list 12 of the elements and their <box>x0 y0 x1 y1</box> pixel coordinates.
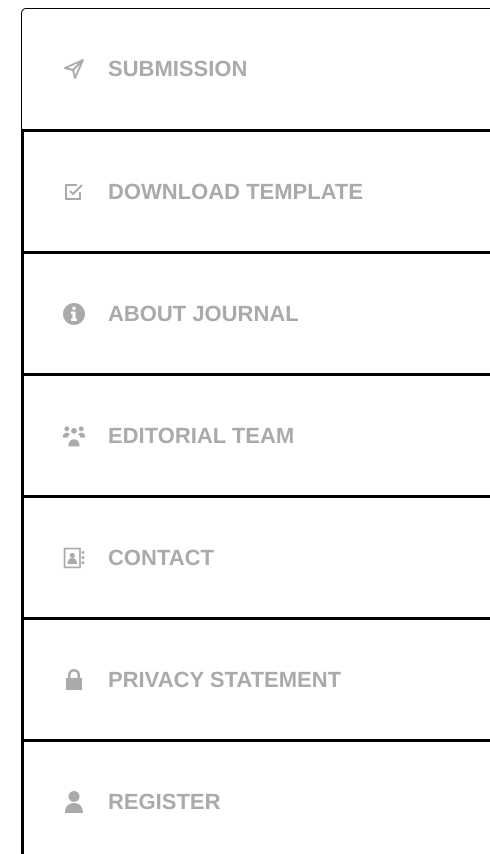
contact-card-icon <box>62 546 86 570</box>
menu-item[interactable]: EDITORIAL TEAM <box>21 373 490 495</box>
menu-item[interactable]: ABOUT JOURNAL <box>21 251 490 373</box>
menu-item[interactable]: PRIVACY STATEMENT <box>21 617 490 739</box>
group-icon <box>62 424 86 448</box>
menu-item[interactable]: CONTACT <box>21 495 490 617</box>
user-icon <box>62 790 86 814</box>
info-icon <box>62 302 86 326</box>
menu-item[interactable]: SUBMISSION <box>21 8 490 129</box>
menu-item[interactable]: REGISTER <box>21 739 490 854</box>
menu-item[interactable]: DOWNLOAD TEMPLATE <box>21 129 490 251</box>
paper-plane-icon <box>62 57 86 81</box>
